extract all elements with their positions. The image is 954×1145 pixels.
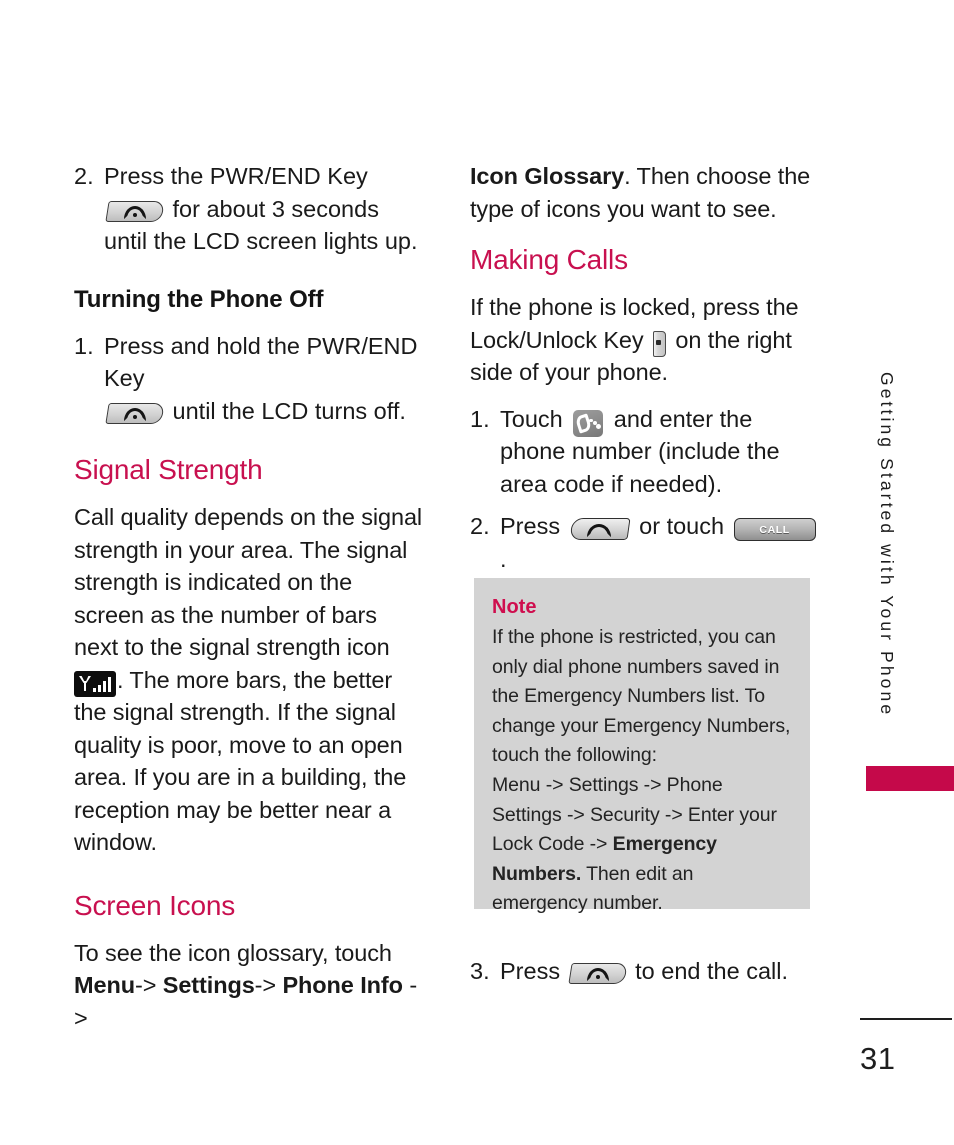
pwr-end-key-icon	[567, 963, 628, 985]
chapter-tab-marker	[866, 766, 954, 791]
note-line-1: If the phone is restricted, you can only…	[492, 626, 791, 767]
step-text-before: Press the PWR/END Key	[104, 163, 368, 189]
step-end-call: 3. Press to end the call.	[470, 955, 840, 988]
locked-phone-paragraph: If the phone is locked, press the Lock/U…	[470, 291, 822, 389]
step-number: 2.	[74, 163, 94, 189]
step-press-send: 2. Press or touch CALL .	[470, 510, 822, 575]
screen-icons-intro: To see the icon glossary, touch	[74, 939, 392, 966]
step-end-call-container: 3. Press to end the call.	[470, 955, 840, 988]
step-text-after: .	[500, 545, 507, 572]
signal-paragraph-part-1: Call quality depends on the signal stren…	[74, 504, 423, 660]
step-text-before: Press	[500, 958, 561, 984]
pwr-end-key-icon	[105, 200, 165, 222]
heading-turning-phone-off: Turning the Phone Off	[74, 285, 324, 313]
chapter-side-title: Getting Started with Your Phone	[877, 372, 897, 718]
step-power-off: 1. Press and hold the PWR/END Key until …	[74, 330, 426, 428]
heading-screen-icons: Screen Icons	[74, 889, 236, 921]
step-number: 1.	[470, 405, 490, 432]
menu-path-phone-info: Phone Info	[282, 972, 403, 998]
step-number: 1.	[74, 332, 94, 359]
signal-strength-paragraph: Call quality depends on the signal stren…	[74, 501, 426, 859]
step-text-before: Press	[500, 513, 561, 539]
call-button-label: CALL	[759, 523, 790, 536]
dial-app-icon	[573, 409, 604, 437]
step-text-after: until the LCD turns off.	[172, 397, 406, 424]
step-text-after: to end the call.	[635, 958, 788, 984]
note-body: If the phone is restricted, you can only…	[492, 623, 792, 919]
send-key-icon	[569, 518, 631, 541]
menu-path-settings: Settings	[162, 972, 255, 998]
signal-strength-icon	[74, 671, 116, 698]
step-number: 2.	[470, 513, 490, 539]
step-touch-dial: 1. Touch and enter the phone number (inc…	[470, 403, 822, 501]
step-text-before: Press and hold the PWR/END Key	[104, 332, 418, 392]
call-button-icon: CALL	[733, 518, 816, 542]
menu-path-arrow-2: ->	[254, 972, 277, 998]
lock-unlock-key-icon	[652, 330, 666, 357]
step-number: 3.	[470, 958, 490, 984]
step-text-middle: or touch	[639, 513, 725, 539]
note-title: Note	[492, 596, 537, 618]
step-text-before: Touch	[500, 405, 563, 432]
footer-rule	[860, 1018, 952, 1021]
page-number: 31	[860, 1041, 896, 1076]
heading-making-calls: Making Calls	[470, 244, 628, 275]
icon-glossary-paragraph: Icon Glossary. Then choose the type of i…	[470, 160, 822, 225]
note-callout: Note If the phone is restricted, you can…	[474, 578, 810, 914]
menu-path-arrow-1: ->	[134, 972, 157, 998]
right-column: Icon Glossary. Then choose the type of i…	[470, 160, 822, 575]
signal-paragraph-part-2: . The more bars, the better the signal s…	[74, 666, 407, 856]
icon-glossary-label: Icon Glossary	[470, 163, 625, 189]
left-column: 2. Press the PWR/END Key for about 3 sec…	[74, 160, 426, 1034]
pwr-end-key-icon	[105, 402, 165, 424]
step-power-on: 2. Press the PWR/END Key for about 3 sec…	[74, 160, 426, 258]
heading-signal-strength: Signal Strength	[74, 454, 263, 485]
screen-icons-paragraph: To see the icon glossary, touch Menu-> S…	[74, 937, 426, 1035]
menu-path-menu: Menu	[74, 972, 135, 998]
